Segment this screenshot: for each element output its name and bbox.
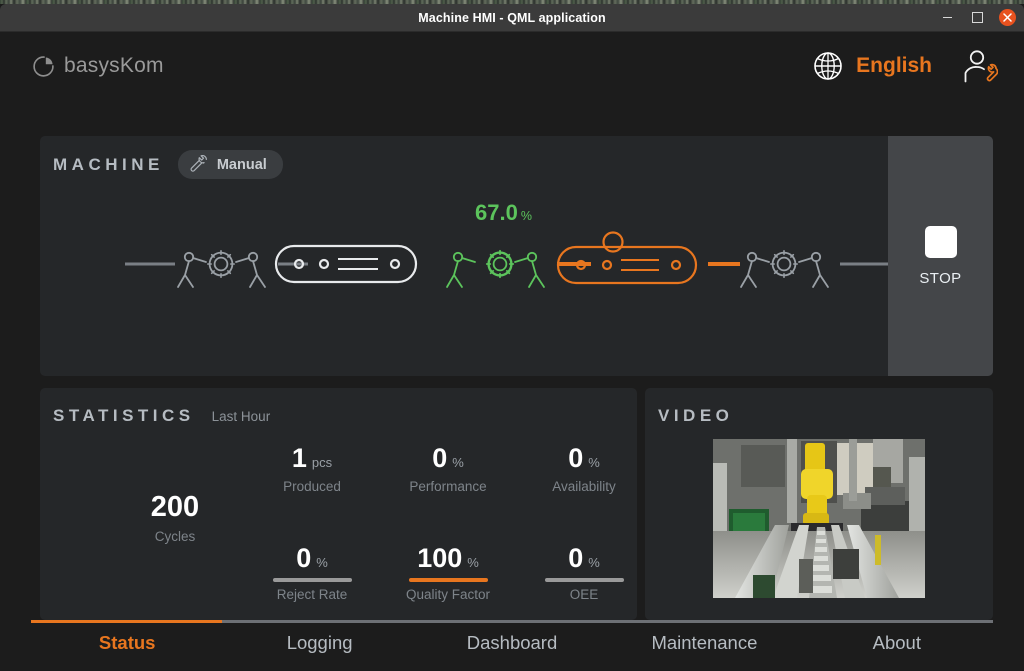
- stat-value: 0: [568, 443, 584, 473]
- machine-panel-title: MACHINE: [53, 154, 164, 174]
- stat-value-row: 0%: [237, 543, 387, 574]
- stat-value: 1: [291, 443, 307, 473]
- stat-produced: 1 pcs Produced: [237, 443, 387, 494]
- stat-label: Performance: [409, 479, 487, 494]
- tab-rail-active-indicator: [31, 620, 222, 623]
- globe-icon: [814, 52, 842, 80]
- stat-progress-bar: [272, 578, 352, 582]
- stop-button-label: STOP: [919, 269, 962, 287]
- stat-progress-bar: [408, 578, 488, 582]
- stat-unit: %: [452, 455, 464, 470]
- stat-cycles: 200 Cycles: [100, 491, 250, 544]
- stat-unit: %: [588, 455, 600, 470]
- bottom-tabbar: Status Logging Dashboard Maintenance Abo…: [0, 610, 1024, 671]
- statistics-panel-title: STATISTICS: [53, 406, 195, 425]
- stop-square-icon: [924, 225, 957, 258]
- machine-flow-diagram: 67.0%: [40, 192, 888, 302]
- application-root: Machine HMI - QML application basysKom E…: [0, 0, 1024, 671]
- language-selector[interactable]: English: [811, 49, 932, 83]
- robot-gear-active: [446, 249, 545, 288]
- conveyor-active: [556, 231, 698, 285]
- application-window: Machine HMI - QML application basysKom E…: [0, 4, 1024, 671]
- stat-unit: %: [588, 555, 600, 570]
- stat-value-row: 0%: [373, 443, 523, 474]
- video-panel-header: VIDEO: [658, 406, 733, 426]
- stat-unit: pcs: [311, 455, 333, 470]
- stat-value: 0: [296, 543, 312, 573]
- stat-oee: 0% OEE: [509, 543, 659, 602]
- machine-mode-label: Manual: [216, 156, 267, 173]
- video-panel-title: VIDEO: [658, 406, 734, 425]
- tab-logging[interactable]: Logging: [223, 633, 415, 653]
- stat-label: Produced: [283, 479, 341, 494]
- window-titlebar: Machine HMI - QML application: [0, 4, 1024, 32]
- stat-label: Cycles: [154, 529, 196, 544]
- tab-dashboard[interactable]: Dashboard: [416, 633, 608, 653]
- stat-progress-bar: [544, 578, 624, 582]
- stat-value-row: 100%: [373, 543, 523, 574]
- stat-reject-rate: 0% Reject Rate: [237, 543, 387, 602]
- video-feed[interactable]: [713, 439, 925, 598]
- machine-stages-graphic: [125, 231, 888, 288]
- machine-mode-badge[interactable]: Manual: [177, 150, 283, 179]
- tab-maintenance[interactable]: Maintenance: [608, 633, 800, 653]
- brand: basysKom: [32, 54, 164, 78]
- pie-logo-icon: [33, 55, 54, 77]
- hmi-header: basysKom English: [0, 32, 1024, 100]
- statistics-panel-header: STATISTICS Last Hour: [53, 406, 270, 426]
- stat-label: Quality Factor: [405, 587, 491, 602]
- throughput-unit: %: [520, 209, 532, 223]
- wrench-icon: [190, 155, 207, 172]
- stat-label: Reject Rate: [276, 587, 348, 602]
- tab-status[interactable]: Status: [31, 633, 223, 653]
- stat-value: 100: [417, 543, 463, 573]
- robot-gear-right: [740, 250, 829, 288]
- window-controls: [939, 4, 1016, 31]
- stat-value: 0: [568, 543, 584, 573]
- tab-list: Status Logging Dashboard Maintenance Abo…: [31, 633, 993, 653]
- stat-label: OEE: [569, 587, 599, 602]
- header-actions: English: [811, 48, 998, 84]
- video-feed-frame: [713, 439, 925, 598]
- statistics-timeframe: Last Hour: [211, 409, 271, 424]
- close-icon[interactable]: [999, 9, 1016, 26]
- stat-unit: %: [316, 555, 328, 570]
- stat-quality-factor: 100% Quality Factor: [373, 543, 523, 602]
- stat-unit: %: [467, 555, 479, 570]
- stat-value-row: 200: [100, 491, 250, 524]
- stop-button[interactable]: STOP: [888, 136, 993, 376]
- machine-panel-header: MACHINE Manual: [53, 150, 283, 179]
- video-panel: VIDEO: [645, 388, 993, 620]
- brand-name: basysKom: [64, 54, 164, 77]
- user-settings-icon[interactable]: [960, 48, 998, 84]
- stat-availability: 0% Availability: [509, 443, 659, 494]
- statistics-panel: STATISTICS Last Hour 200 Cycles 1 pcs Pro…: [40, 388, 637, 620]
- language-label: English: [856, 54, 932, 77]
- tab-about[interactable]: About: [801, 633, 993, 653]
- throughput-readout: 67.0%: [475, 200, 532, 226]
- stat-value-row: 1 pcs: [237, 443, 387, 474]
- stat-value: 0: [432, 443, 448, 473]
- throughput-value: 67.0: [475, 200, 518, 225]
- stat-value-row: 0%: [509, 543, 659, 574]
- window-title: Machine HMI - QML application: [418, 10, 606, 25]
- stat-performance: 0% Performance: [373, 443, 523, 494]
- machine-panel: MACHINE Manual 67.0% STOP: [40, 136, 993, 376]
- stat-value: 200: [150, 491, 200, 523]
- robot-gear-left: [177, 250, 266, 288]
- minimize-icon[interactable]: [939, 10, 955, 26]
- stat-label: Availability: [552, 479, 616, 494]
- hmi-body: basysKom English MACHINE Manual 67.0 % S…: [0, 32, 1024, 671]
- stat-value-row: 0%: [509, 443, 659, 474]
- maximize-icon[interactable]: [969, 10, 985, 26]
